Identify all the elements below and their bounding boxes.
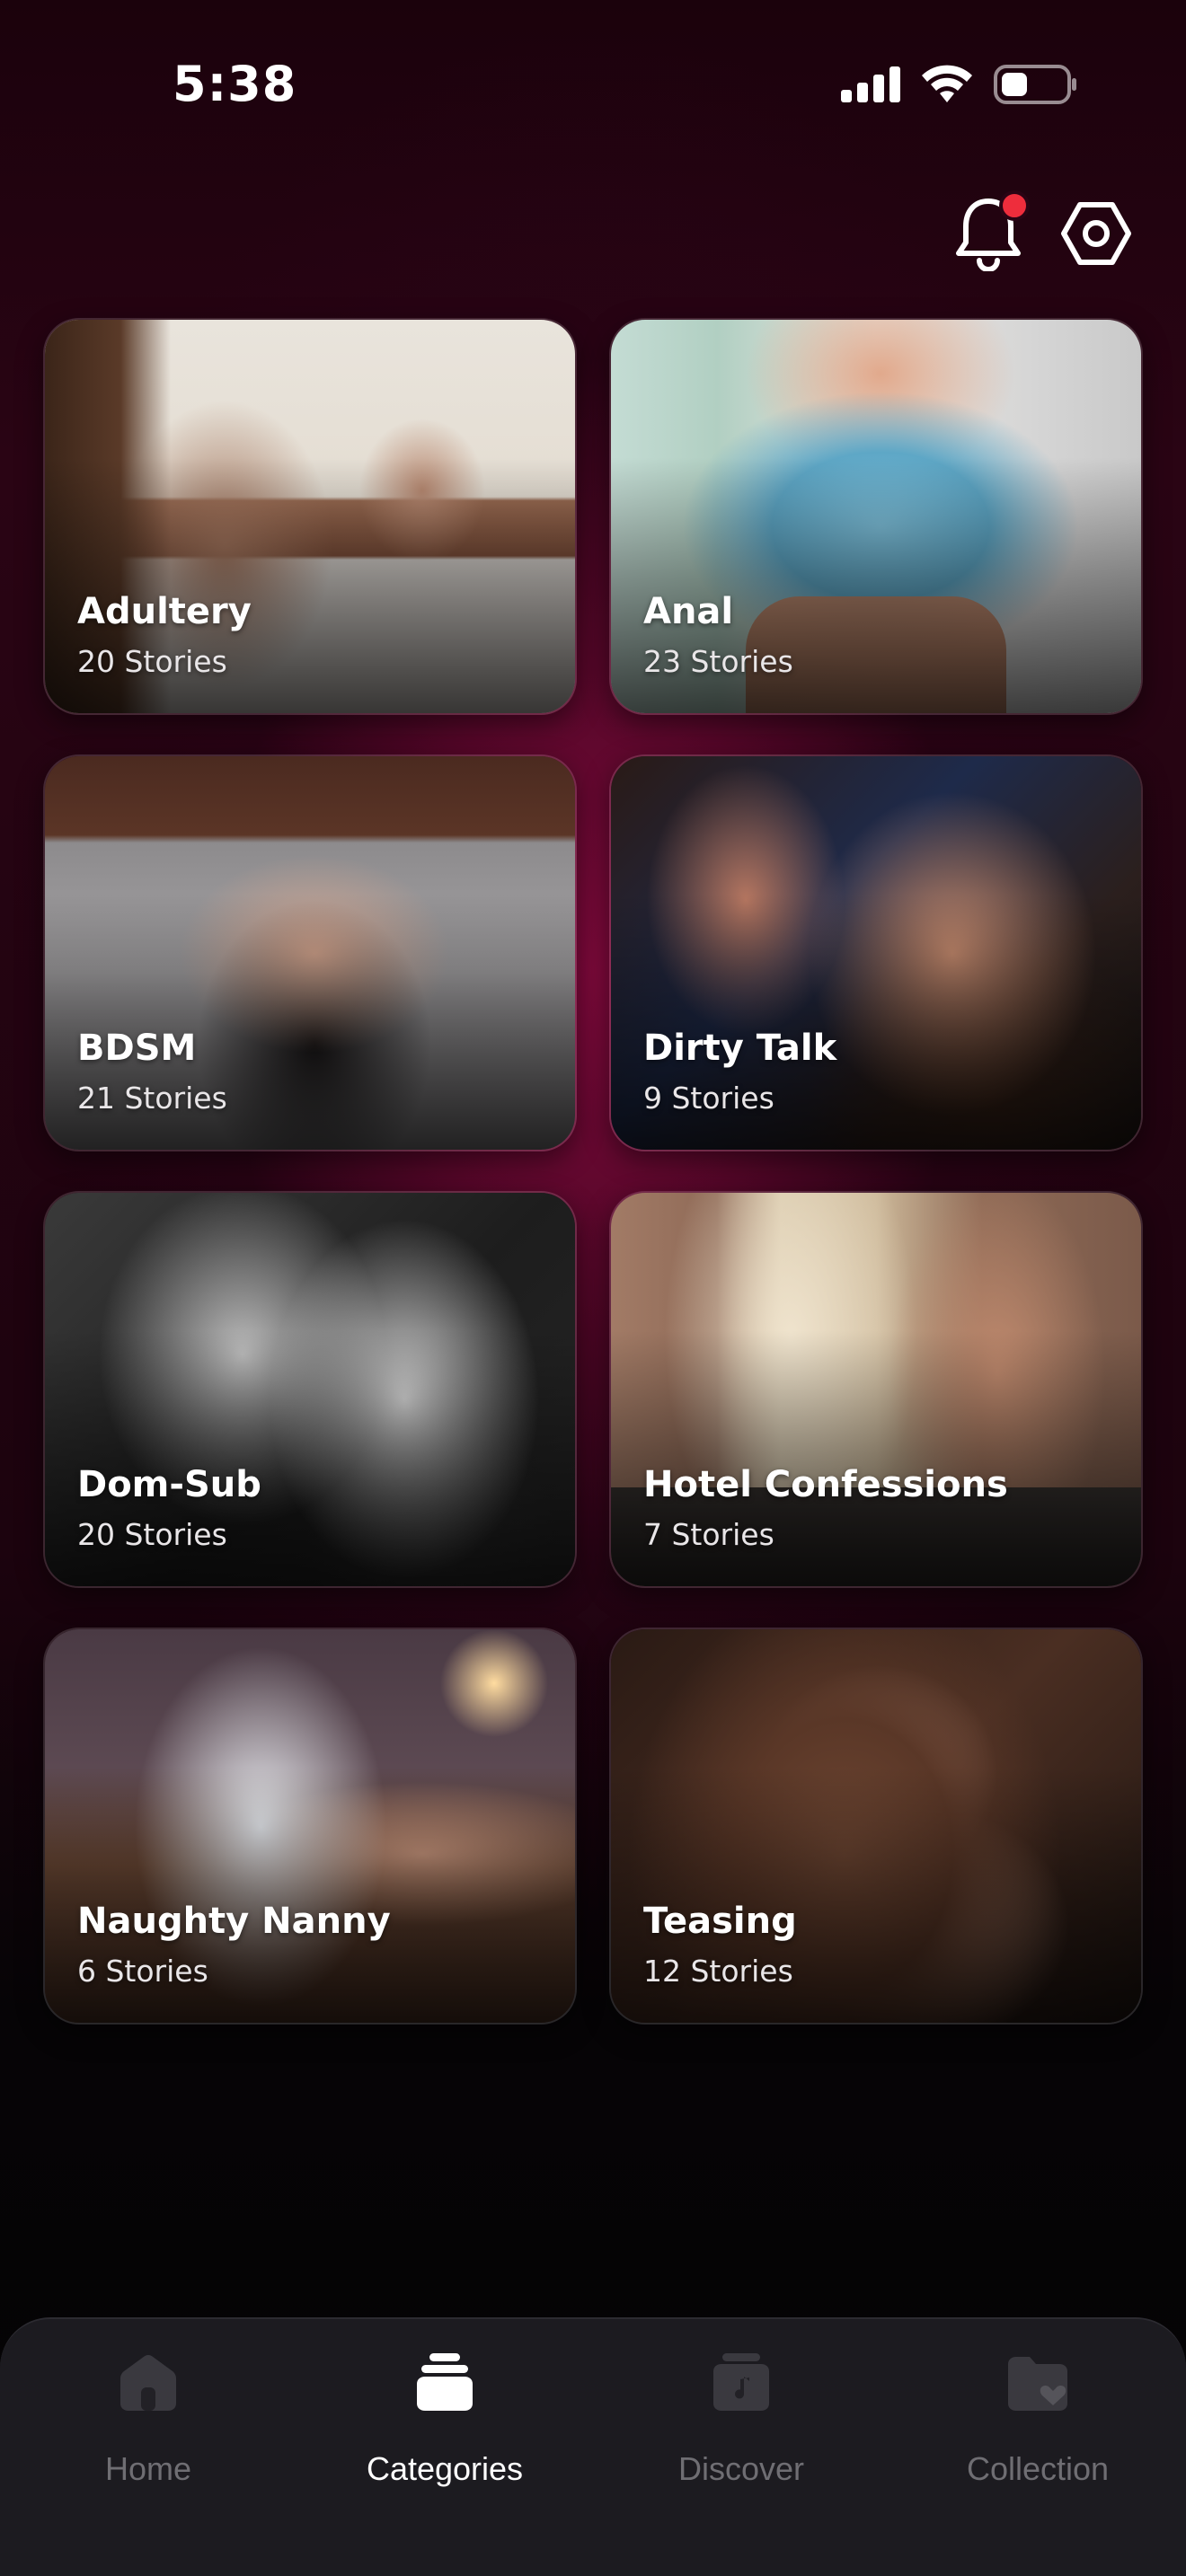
cellular-signal-icon	[841, 66, 900, 106]
notifications-button[interactable]	[952, 190, 1030, 273]
categories-icon	[404, 2342, 485, 2423]
status-icons	[841, 65, 1078, 108]
category-card-hotel-confessions[interactable]: Hotel Confessions 7 Stories	[609, 1191, 1143, 1588]
tab-collection[interactable]: Collection	[890, 2319, 1186, 2576]
bottom-tab-bar: Home Categories Discover Collection	[0, 2317, 1186, 2576]
home-icon	[108, 2342, 189, 2423]
category-card-bdsm[interactable]: BDSM 21 Stories	[43, 754, 577, 1151]
tab-home[interactable]: Home	[0, 2319, 296, 2576]
collection-icon	[997, 2342, 1078, 2423]
category-title: BDSM	[77, 1028, 197, 1070]
wifi-icon	[920, 65, 974, 108]
category-grid: Adultery 20 Stories Anal 23 Stories BDSM…	[43, 318, 1143, 2025]
battery-icon	[994, 65, 1078, 108]
settings-button[interactable]	[1060, 198, 1132, 273]
category-story-count: 7 Stories	[643, 1517, 774, 1553]
category-story-count: 20 Stories	[77, 644, 227, 680]
category-title: Dom-Sub	[77, 1464, 261, 1506]
category-title: Dirty Talk	[643, 1028, 837, 1070]
category-story-count: 12 Stories	[643, 1954, 793, 1989]
category-card-dirty-talk[interactable]: Dirty Talk 9 Stories	[609, 754, 1143, 1151]
category-title: Hotel Confessions	[643, 1464, 1008, 1506]
category-story-count: 21 Stories	[77, 1081, 227, 1116]
tab-label: Collection	[966, 2450, 1110, 2487]
category-card-dom-sub[interactable]: Dom-Sub 20 Stories	[43, 1191, 577, 1588]
header-actions	[952, 190, 1132, 273]
category-story-count: 6 Stories	[77, 1954, 208, 1989]
tab-label: Discover	[677, 2450, 805, 2487]
category-card-teasing[interactable]: Teasing 12 Stories	[609, 1628, 1143, 2025]
categories-screen: 5:38 Adultery 20 Stories Anal 23 Stories…	[0, 0, 1186, 2576]
tab-label: Categories	[366, 2450, 524, 2487]
category-card-naughty-nanny[interactable]: Naughty Nanny 6 Stories	[43, 1628, 577, 2025]
tab-categories[interactable]: Categories	[296, 2319, 593, 2576]
category-story-count: 23 Stories	[643, 644, 793, 680]
category-title: Adultery	[77, 591, 252, 633]
category-title: Teasing	[643, 1901, 797, 1943]
category-card-adultery[interactable]: Adultery 20 Stories	[43, 318, 577, 715]
notification-badge	[999, 190, 1030, 221]
status-bar: 5:38	[0, 0, 1186, 171]
settings-hexagon-icon	[1060, 198, 1132, 273]
discover-icon	[701, 2342, 782, 2423]
category-title: Anal	[643, 591, 734, 633]
tab-label: Home	[104, 2450, 192, 2487]
status-time: 5:38	[173, 56, 297, 112]
category-card-anal[interactable]: Anal 23 Stories	[609, 318, 1143, 715]
category-story-count: 9 Stories	[643, 1081, 774, 1116]
category-title: Naughty Nanny	[77, 1901, 391, 1943]
category-story-count: 20 Stories	[77, 1517, 227, 1553]
tab-discover[interactable]: Discover	[593, 2319, 890, 2576]
